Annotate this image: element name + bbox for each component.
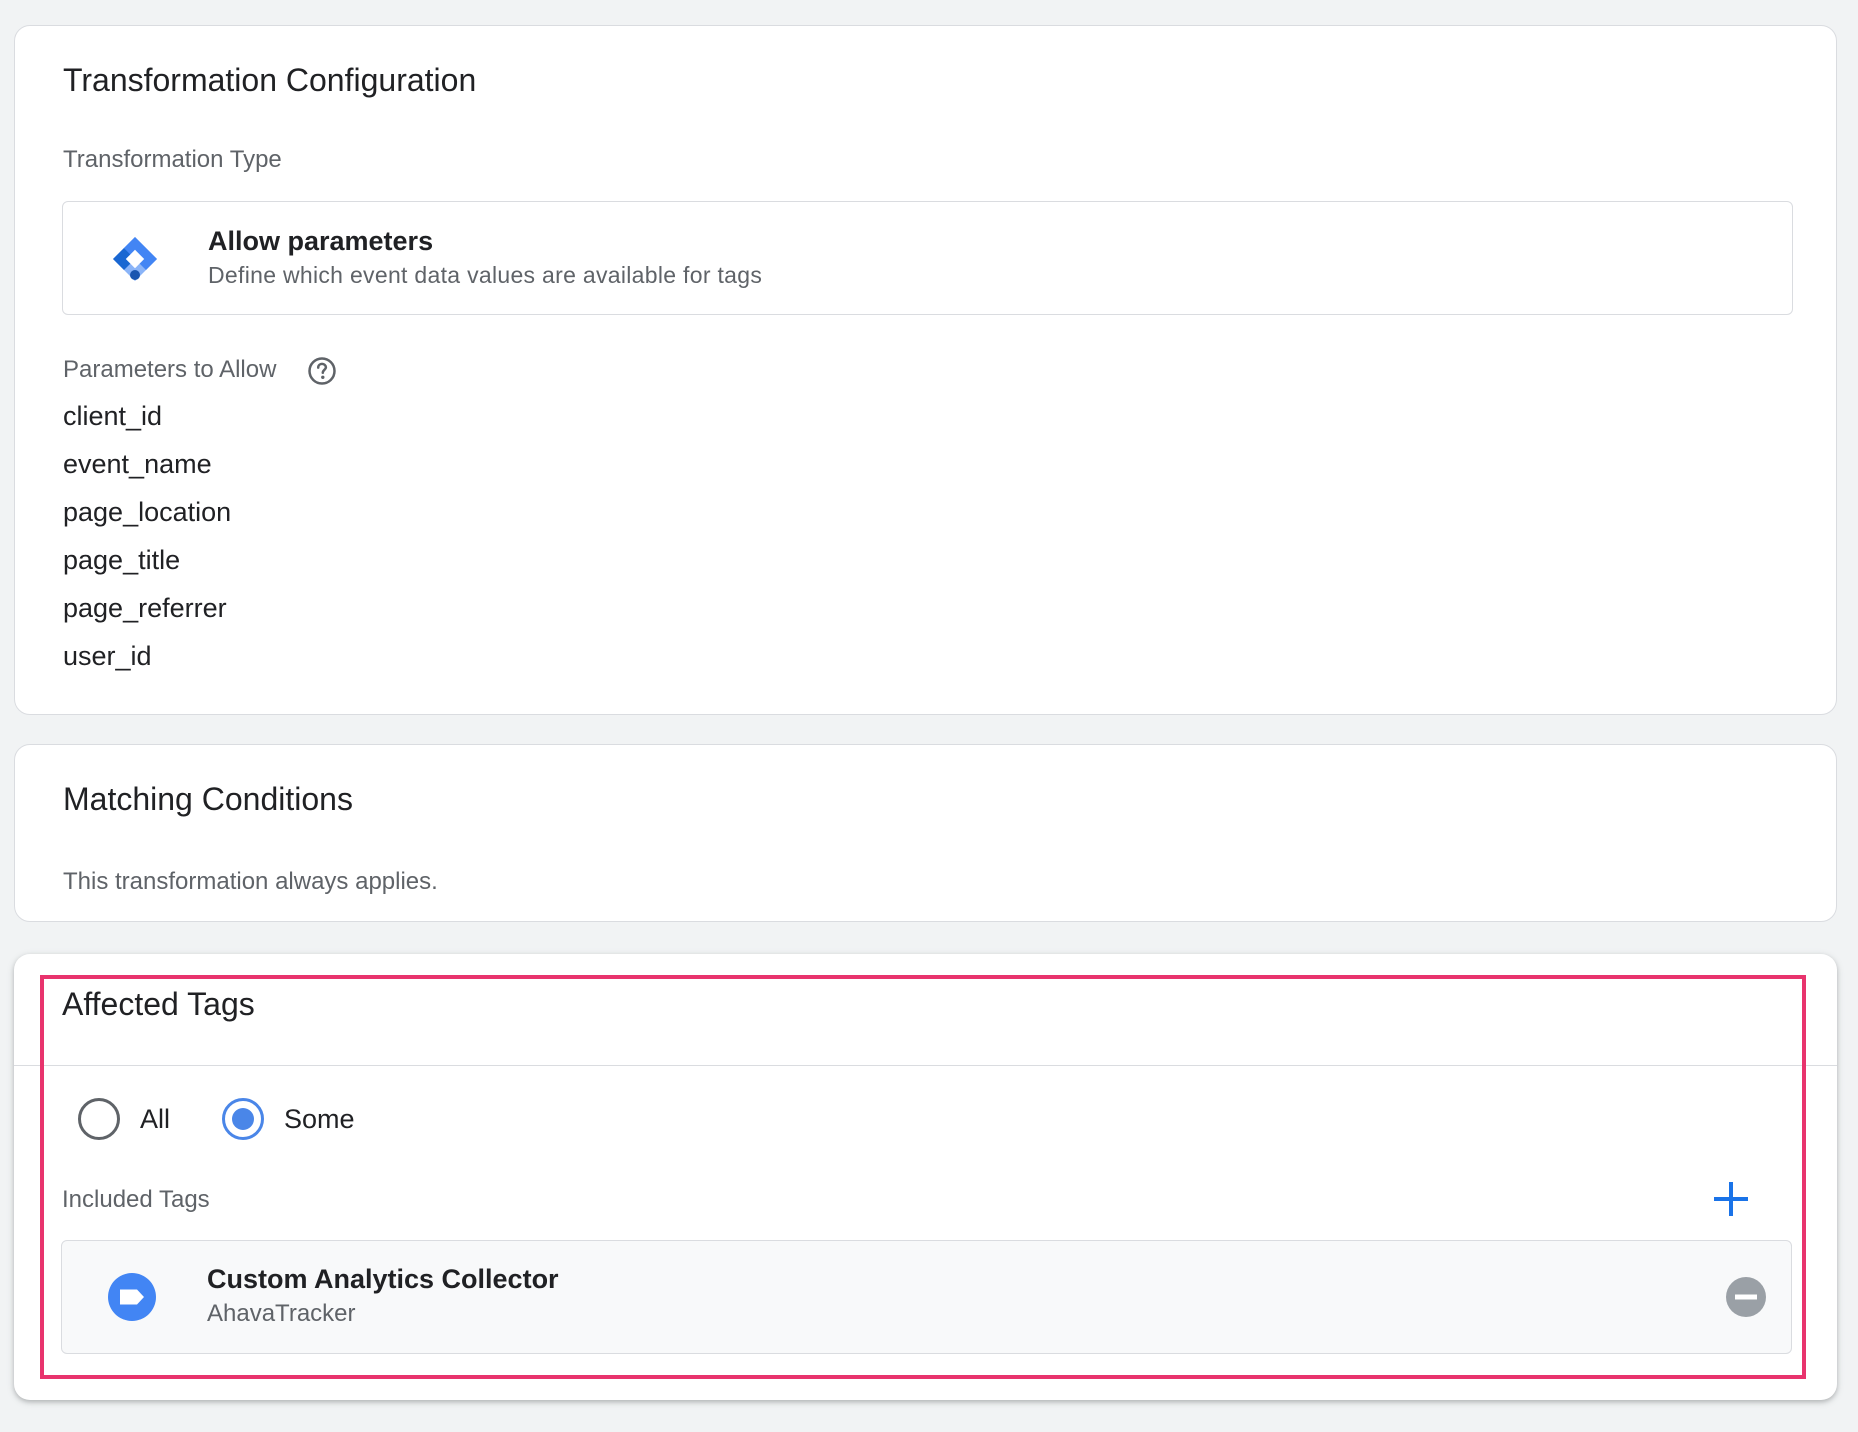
help-circle-icon[interactable] — [307, 356, 337, 386]
transformation-type-selector[interactable]: Allow parameters Define which event data… — [62, 201, 1793, 315]
tag-name: Custom Analytics Collector — [207, 1264, 559, 1294]
parameter-item: page_referrer — [63, 593, 227, 623]
transformation-configuration-card: Transformation Configuration Transformat… — [14, 25, 1837, 715]
transformation-configuration-title: Transformation Configuration — [63, 62, 477, 98]
section-divider — [14, 1065, 1837, 1066]
affected-tags-card: Affected Tags All Some Included Tags Cus… — [14, 954, 1837, 1400]
included-tag-row[interactable]: Custom Analytics Collector AhavaTracker — [61, 1240, 1792, 1354]
transformation-type-title: Allow parameters — [208, 226, 434, 256]
radio-circle — [78, 1098, 120, 1140]
matching-conditions-card: Matching Conditions This transformation … — [14, 744, 1837, 922]
parameter-item: event_name — [63, 449, 212, 479]
matching-conditions-description: This transformation always applies. — [63, 868, 438, 895]
parameters-list: client_id event_name page_location page_… — [63, 392, 231, 680]
tag-icon — [108, 1273, 156, 1321]
parameters-to-allow-label: Parameters to Allow — [63, 356, 277, 383]
matching-conditions-title: Matching Conditions — [63, 781, 353, 817]
parameter-item: user_id — [63, 641, 152, 671]
plus-icon[interactable] — [1711, 1179, 1751, 1219]
tag-type: AhavaTracker — [207, 1300, 356, 1327]
diamond-icon — [113, 237, 157, 281]
radio-label: All — [140, 1104, 171, 1134]
parameter-item: client_id — [63, 401, 163, 431]
parameter-item: page_location — [63, 497, 232, 527]
transformation-type-label: Transformation Type — [63, 146, 282, 173]
included-tags-label: Included Tags — [62, 1186, 210, 1213]
parameter-item: page_title — [63, 545, 181, 575]
radio-circle — [222, 1098, 264, 1140]
affected-tags-title: Affected Tags — [62, 986, 255, 1022]
transformation-type-description: Define which event data values are avail… — [208, 262, 763, 288]
remove-circle-icon[interactable] — [1725, 1276, 1767, 1318]
radio-label: Some — [284, 1104, 355, 1134]
